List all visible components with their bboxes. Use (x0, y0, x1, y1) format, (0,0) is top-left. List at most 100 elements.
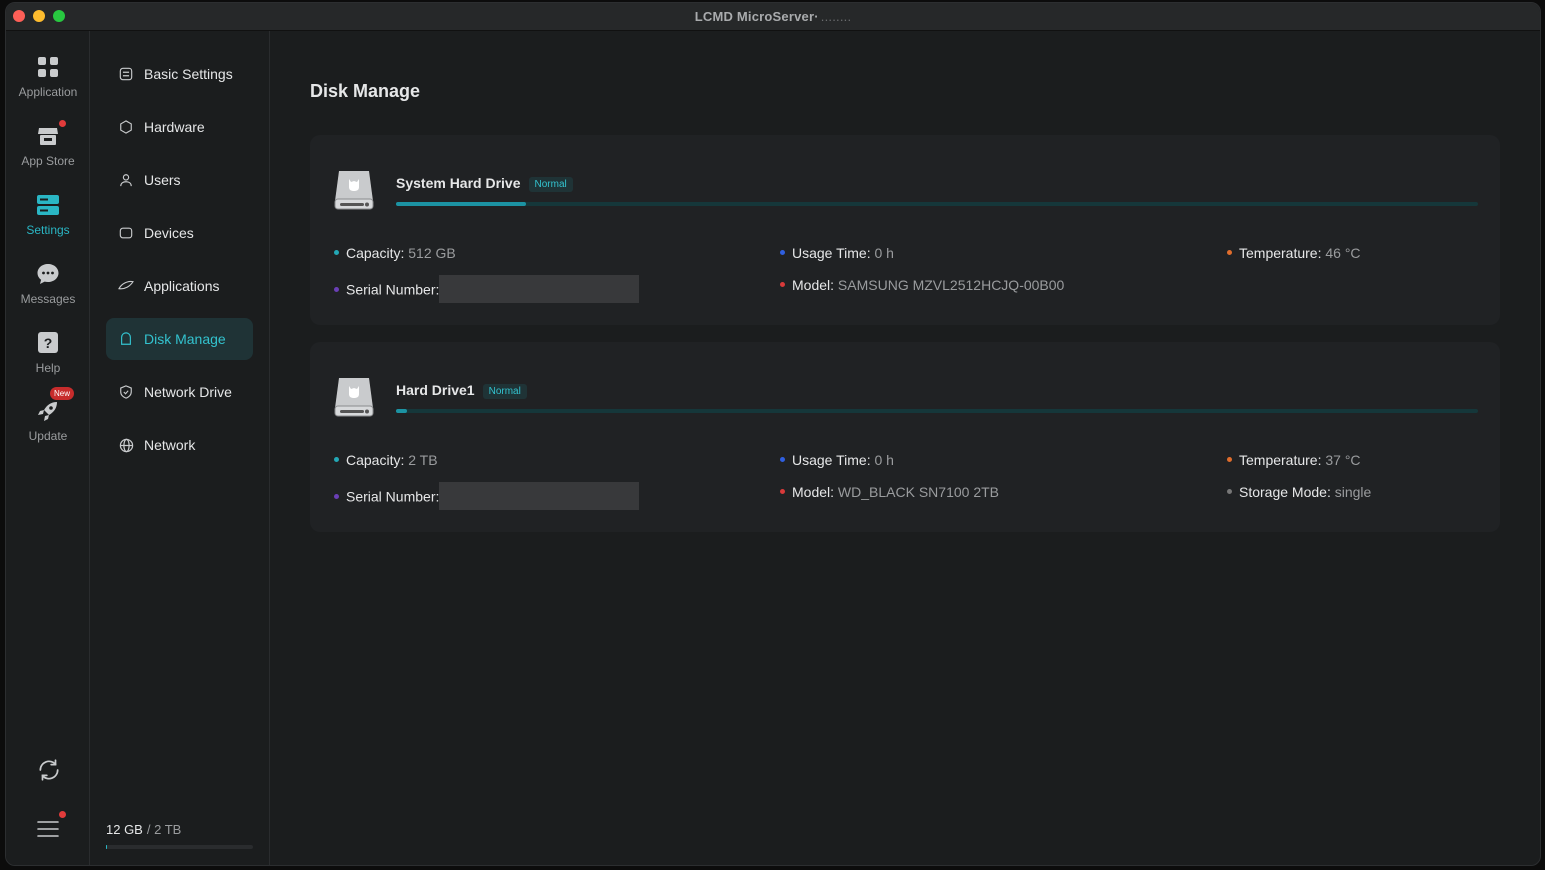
storage-mode-field: Storage Mode: single (1227, 484, 1371, 500)
window-controls (13, 10, 65, 22)
hard-drive-icon (334, 376, 374, 418)
sidebar-item-label: Devices (144, 225, 194, 241)
temperature-field: Temperature: 37 °C (1227, 452, 1361, 468)
usage-time-value: 0 h (874, 245, 894, 261)
bullet (780, 249, 785, 255)
drive-usage-fill (396, 409, 407, 413)
capacity-label: Capacity: (346, 245, 405, 261)
drive-usage-fill (396, 202, 526, 206)
rail-item-update[interactable]: New Update (6, 387, 90, 443)
device-icon (118, 225, 134, 241)
drive-name-text: System Hard Drive (396, 175, 521, 191)
capacity-field: Capacity: 2 TB (334, 452, 438, 468)
sidebar-item-devices[interactable]: Devices (106, 212, 253, 254)
rail-item-app-store[interactable]: App Store (6, 120, 90, 168)
rail-item-label: Application (18, 85, 78, 99)
main-content: Disk Manage System Hard Drive Normal Capa… (270, 31, 1540, 865)
model-value: WD_BLACK SN7100 2TB (837, 484, 999, 500)
temperature-value: 37 °C (1325, 452, 1361, 468)
sidebar-item-applications[interactable]: Applications (106, 265, 253, 307)
capacity-field: Capacity: 512 GB (334, 245, 456, 261)
sidebar-item-hardware[interactable]: Hardware (106, 106, 253, 148)
capacity-value: 2 TB (408, 452, 438, 468)
bullet (1227, 249, 1232, 255)
sidebar-item-label: Hardware (144, 119, 205, 135)
temperature-label: Temperature: (1239, 245, 1322, 261)
sidebar-item-label: Users (144, 172, 181, 188)
window-title-suffix: ........ (820, 9, 852, 24)
app-window: LCMD MicroServer·........ Application Ap… (5, 2, 1541, 866)
help-icon: ? (36, 331, 60, 355)
maximize-window-button[interactable] (53, 10, 65, 22)
hard-drive-icon (334, 169, 374, 211)
user-icon (118, 172, 134, 188)
notification-dot (59, 120, 66, 127)
model-field: Model: WD_BLACK SN7100 2TB (780, 484, 999, 500)
shield-icon (118, 384, 134, 400)
status-badge: Normal (482, 383, 527, 399)
storage-mode-label: Storage Mode: (1239, 484, 1331, 500)
sidebar-item-network-drive[interactable]: Network Drive (106, 371, 253, 413)
model-label: Model: (792, 277, 835, 293)
storage-summary: 12 GB/ 2 TB (106, 822, 181, 837)
rail-item-messages[interactable]: Messages (6, 262, 90, 306)
globe-icon (118, 437, 134, 453)
chat-icon (36, 262, 60, 286)
serial-number-label: Serial Number: (346, 488, 440, 505)
drive-name-text: Hard Drive1 (396, 382, 475, 398)
rail-item-label: App Store (21, 154, 75, 168)
bullet (334, 456, 339, 462)
title-bar: LCMD MicroServer·........ (6, 3, 1540, 31)
close-window-button[interactable] (13, 10, 25, 22)
store-icon (36, 120, 66, 148)
bullet (334, 286, 339, 292)
temperature-field: Temperature: 46 °C (1227, 245, 1361, 261)
usage-time-label: Usage Time: (792, 245, 871, 261)
rocket-icon: New (36, 387, 74, 423)
drive-card-hard-drive1: Hard Drive1 Normal Capacity: 2 TB Usage T… (310, 342, 1500, 532)
drive-card-system: System Hard Drive Normal Capacity: 512 GB… (310, 135, 1500, 325)
disk-icon (118, 331, 134, 347)
sidebar-item-users[interactable]: Users (106, 159, 253, 201)
rail-item-help[interactable]: ? Help (6, 331, 90, 375)
hexagon-icon (118, 119, 134, 135)
status-badge: Normal (528, 176, 573, 192)
temperature-label: Temperature: (1239, 452, 1322, 468)
hamburger-menu-icon (36, 811, 66, 841)
window-title-text: LCMD MicroServer· (694, 9, 819, 24)
sidebar-item-disk-manage[interactable]: Disk Manage (106, 318, 253, 360)
bullet (1227, 488, 1232, 494)
storage-progress-fill (106, 845, 107, 849)
storage-used: 12 GB (106, 822, 143, 837)
menu-button[interactable] (6, 811, 90, 847)
bullet (780, 281, 785, 287)
sidebar-item-basic-settings[interactable]: Basic Settings (106, 53, 253, 95)
capacity-label: Capacity: (346, 452, 405, 468)
sidebar-item-label: Basic Settings (144, 66, 233, 82)
bullet (334, 493, 339, 499)
window-title: LCMD MicroServer·........ (695, 9, 852, 24)
serial-number-label: Serial Number: (346, 281, 440, 298)
bullet (780, 456, 785, 462)
server-icon (36, 193, 60, 217)
storage-progress-bar (106, 845, 253, 849)
usage-time-value: 0 h (874, 452, 894, 468)
sliders-icon (118, 66, 134, 82)
usage-time-field: Usage Time: 0 h (780, 452, 894, 468)
storage-total: / 2 TB (146, 822, 182, 837)
sync-button[interactable] (6, 757, 90, 787)
serial-number-redacted (439, 482, 640, 510)
drive-usage-bar (396, 202, 1478, 206)
drive-name: Hard Drive1 Normal (396, 382, 527, 399)
model-label: Model: (792, 484, 835, 500)
page-title: Disk Manage (310, 81, 421, 101)
sidebar-item-label: Disk Manage (144, 331, 226, 347)
minimize-window-button[interactable] (33, 10, 45, 22)
rail-item-application[interactable]: Application (6, 55, 90, 99)
sidebar-item-label: Network Drive (144, 384, 232, 400)
rail-item-label: Update (28, 429, 68, 443)
svg-text:?: ? (44, 335, 53, 351)
storage-mode-value: single (1334, 484, 1372, 500)
rail-item-settings[interactable]: Settings (6, 193, 90, 237)
sidebar-item-network[interactable]: Network (106, 424, 253, 466)
